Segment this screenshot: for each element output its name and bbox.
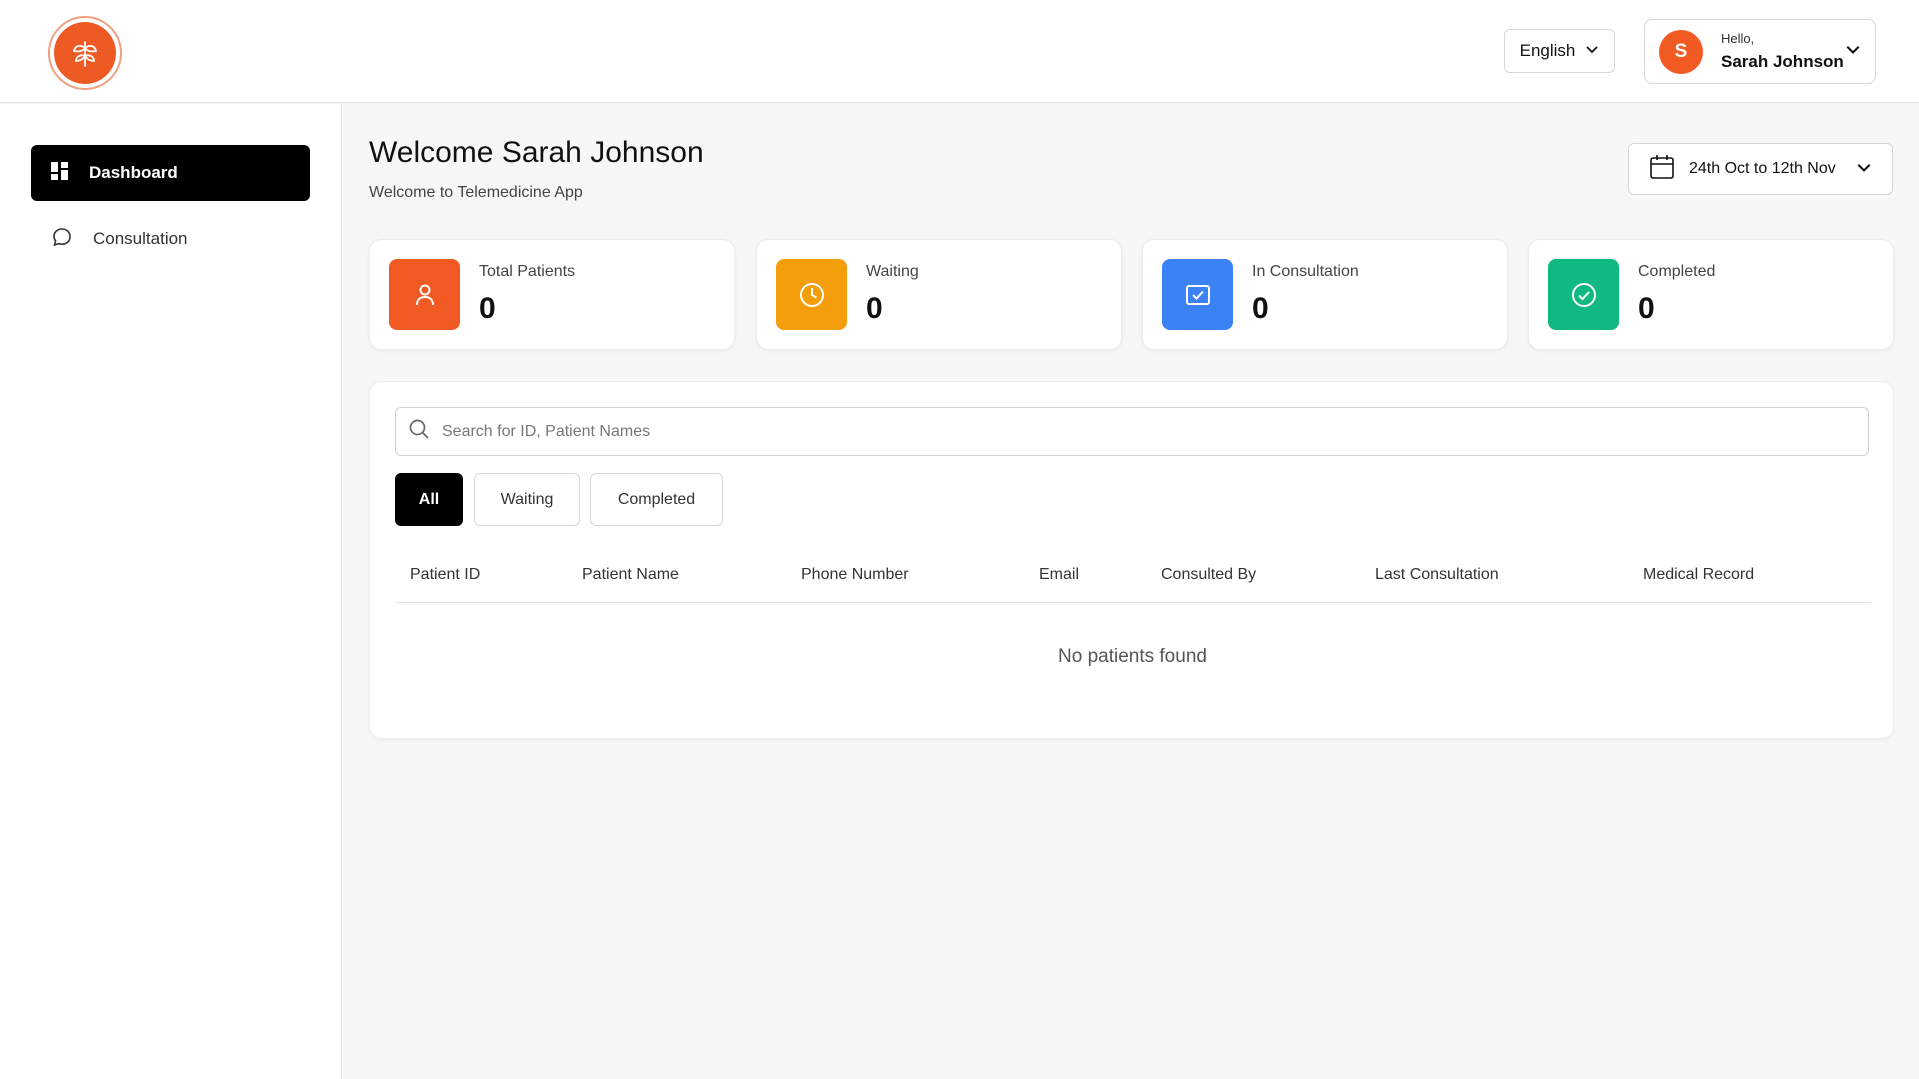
search-input[interactable] xyxy=(442,411,1868,452)
column-header-patient-name[interactable]: Patient Name xyxy=(582,566,679,584)
table-header-divider xyxy=(395,602,1871,603)
calendar-icon xyxy=(1649,154,1675,185)
stat-card-waiting: Waiting 0 xyxy=(756,239,1122,350)
empty-state-message: No patients found xyxy=(1058,646,1207,667)
date-range-picker[interactable]: 24th Oct to 12th Nov xyxy=(1628,143,1893,195)
lotus-logo-icon xyxy=(54,22,116,84)
grid-icon xyxy=(51,161,69,185)
logo[interactable] xyxy=(48,16,122,90)
avatar: S xyxy=(1659,29,1703,74)
column-header-email[interactable]: Email xyxy=(1039,566,1079,584)
chevron-down-icon xyxy=(1845,41,1861,62)
user-icon xyxy=(389,259,460,330)
sidebar: Dashboard Consultation xyxy=(0,104,342,1079)
user-menu[interactable]: S Hello, Sarah Johnson xyxy=(1644,19,1876,84)
user-name: Sarah Johnson xyxy=(1721,52,1844,71)
column-header-medical-record[interactable]: Medical Record xyxy=(1643,566,1754,584)
chevron-down-icon xyxy=(1856,159,1872,180)
stat-value: 0 xyxy=(1638,292,1655,325)
stat-label: Completed xyxy=(1638,263,1716,280)
search-box[interactable] xyxy=(395,407,1869,456)
top-header: English S Hello, Sarah Johnson xyxy=(0,0,1919,103)
stat-card-completed: Completed 0 xyxy=(1528,239,1894,350)
sidebar-item-label: Dashboard xyxy=(89,163,178,182)
sidebar-item-label: Consultation xyxy=(93,229,188,248)
chevron-down-icon xyxy=(1585,41,1599,61)
filter-waiting[interactable]: Waiting xyxy=(474,473,580,526)
stat-card-total-patients: Total Patients 0 xyxy=(369,239,735,350)
stat-label: In Consultation xyxy=(1252,263,1359,280)
column-header-consulted-by[interactable]: Consulted By xyxy=(1161,566,1256,584)
user-greeting: Hello, xyxy=(1721,31,1755,46)
column-header-patient-id[interactable]: Patient ID xyxy=(410,566,480,584)
filter-all[interactable]: All xyxy=(395,473,463,526)
stat-value: 0 xyxy=(866,292,883,325)
filter-completed[interactable]: Completed xyxy=(590,473,723,526)
language-selector[interactable]: English xyxy=(1504,29,1615,73)
chat-bubble-icon xyxy=(51,226,73,253)
column-header-phone-number[interactable]: Phone Number xyxy=(801,566,909,584)
search-icon xyxy=(408,418,430,445)
date-range-label: 24th Oct to 12th Nov xyxy=(1689,160,1836,177)
language-label: English xyxy=(1519,41,1576,60)
page-title: Welcome Sarah Johnson xyxy=(369,136,704,169)
sidebar-item-consultation[interactable]: Consultation xyxy=(31,211,310,267)
calendar-check-icon xyxy=(1162,259,1233,330)
stat-label: Total Patients xyxy=(479,263,576,280)
clock-icon xyxy=(776,259,847,330)
stat-value: 0 xyxy=(479,292,496,325)
sidebar-item-dashboard[interactable]: Dashboard xyxy=(31,145,310,201)
column-header-last-consultation[interactable]: Last Consultation xyxy=(1375,566,1499,584)
stat-label: Waiting xyxy=(866,263,919,280)
page-subtitle: Welcome to Telemedicine App xyxy=(369,184,583,201)
patients-panel: All Waiting Completed Patient ID Patient… xyxy=(369,381,1894,739)
stat-card-in-consultation: In Consultation 0 xyxy=(1142,239,1508,350)
check-circle-icon xyxy=(1548,259,1619,330)
stat-value: 0 xyxy=(1252,292,1269,325)
